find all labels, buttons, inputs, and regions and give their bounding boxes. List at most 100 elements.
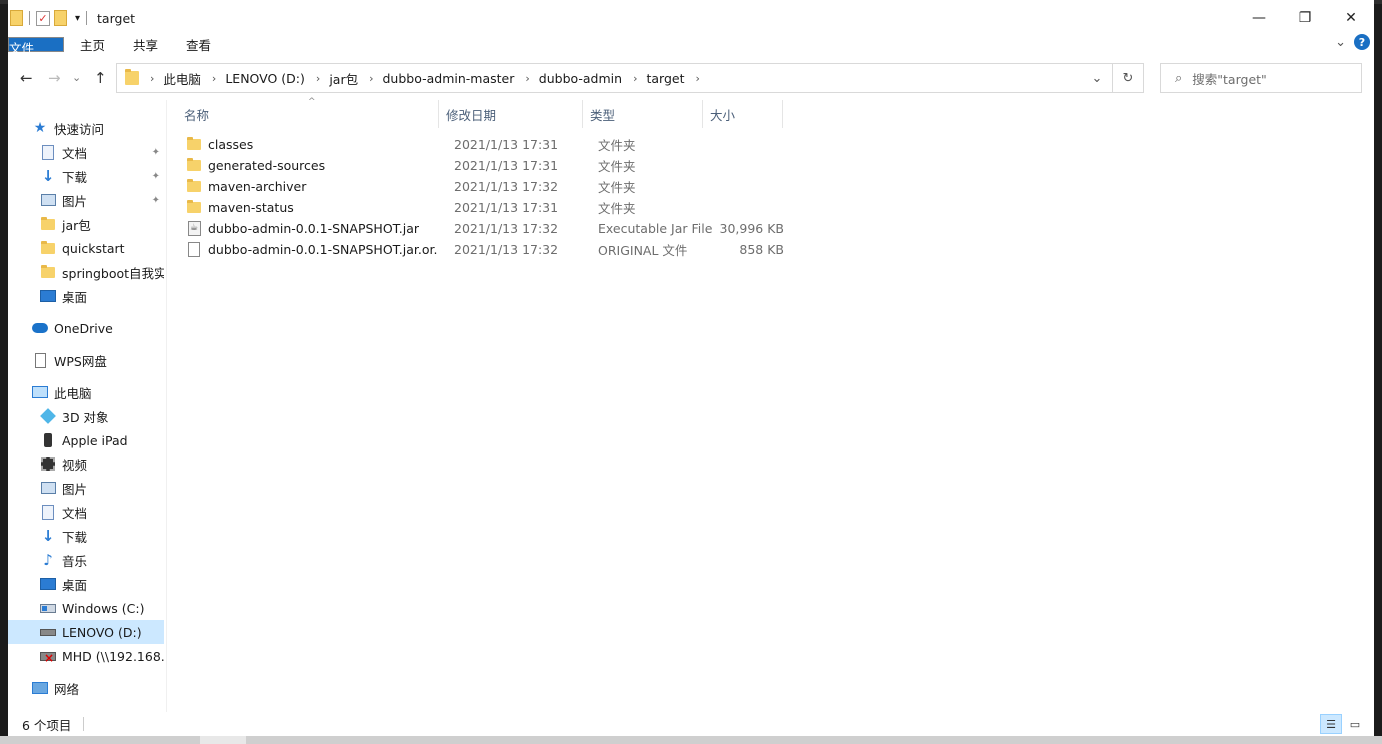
properties-icon[interactable]: ✓ [36,10,50,26]
column-header-type[interactable]: 类型 [584,100,702,128]
wps-icon [32,352,48,368]
nav-quick-desktop[interactable]: 桌面 [8,284,164,308]
breadcrumb-label: dubbo-admin-master [382,70,515,86]
divider [83,717,85,731]
file-name-cell: dubbo-admin-0.0.1-SNAPSHOT.jar.or... [186,242,438,257]
title-bar: ✓ ▾ target — ❐ ✕ [8,4,1374,32]
up-button[interactable]: ↑ [94,69,107,87]
close-button[interactable]: ✕ [1328,4,1374,32]
nav-quick-jar[interactable]: jar包 [8,212,164,236]
quick-access-toolbar: ✓ ▾ [10,10,89,26]
nav-quick-downloads[interactable]: ↓ 下载 ✦ [8,164,164,188]
file-row[interactable]: generated-sources 2021/1/13 17:31 文件夹 [186,155,786,176]
nav-label: Windows (C:) [62,600,145,616]
nav-quick-documents[interactable]: 文档 ✦ [8,140,164,164]
file-size: 30,996 KB [719,221,784,236]
column-separator[interactable] [438,100,439,128]
nav-network[interactable]: 网络 [8,676,164,700]
maximize-button[interactable]: ❐ [1282,4,1328,32]
search-input[interactable]: ⌕ 搜索"target" [1160,63,1362,93]
file-row[interactable]: classes 2021/1/13 17:31 文件夹 [186,134,786,155]
file-row[interactable]: maven-status 2021/1/13 17:31 文件夹 [186,197,786,218]
breadcrumb-this-pc[interactable]: › 此电脑 [139,69,201,88]
back-button[interactable]: ← [20,69,33,87]
nav-downloads[interactable]: ↓ 下载 [8,524,164,548]
minimize-button[interactable]: — [1236,4,1282,32]
file-type: 文件夹 [598,159,636,174]
recent-locations-button[interactable]: ⌄ [72,71,81,84]
address-dropdown-button[interactable]: ⌄ [1082,64,1112,92]
breadcrumb-label: LENOVO (D:) [225,70,305,86]
breadcrumb-target[interactable]: › target › [622,71,709,86]
address-bar[interactable]: › 此电脑 › LENOVO (D:) › jar包 › dubbo-admin-mas… [116,63,1144,93]
nav-label: 桌面 [62,289,88,305]
this-pc-icon [32,384,48,400]
pane-divider[interactable] [166,100,167,712]
onedrive-icon [32,320,48,336]
nav-label: 文档 [62,145,88,161]
nav-label: LENOVO (D:) [62,624,142,640]
refresh-button[interactable]: ↻ [1113,64,1143,92]
forward-button[interactable]: → [48,69,61,87]
breadcrumb-dubbo-admin[interactable]: › dubbo-admin [514,71,622,86]
windows-drive-icon [40,600,56,616]
nav-lenovo-d[interactable]: LENOVO (D:) [8,620,164,644]
column-separator[interactable] [582,100,583,128]
tab-home[interactable]: 主页 [66,32,119,56]
help-icon[interactable]: ? [1354,34,1370,50]
customize-toolbar-dropdown[interactable]: ▾ [75,13,80,24]
nav-3d-objects[interactable]: 3D 对象 [8,404,164,428]
nav-this-pc[interactable]: 此电脑 [8,380,164,404]
folder-icon[interactable] [10,10,23,26]
column-separator[interactable] [782,100,783,128]
tab-view[interactable]: 查看 [172,32,225,56]
column-header-size[interactable]: 大小 [704,100,782,128]
folder-icon [186,158,202,171]
nav-documents[interactable]: 文档 [8,500,164,524]
nav-apple-ipad[interactable]: Apple iPad [8,428,164,452]
nav-quick-springboot[interactable]: springboot自我实 [8,260,164,284]
nav-windows-c[interactable]: Windows (C:) [8,596,164,620]
file-row[interactable]: ☕ dubbo-admin-0.0.1-SNAPSHOT.jar 2021/1/1… [186,218,786,239]
file-type: 文件夹 [598,180,636,195]
nav-music[interactable]: ♪ 音乐 [8,548,164,572]
file-date: 2021/1/13 17:32 [454,242,559,257]
jar-file-icon: ☕ [186,221,202,236]
folder-icon [40,216,56,232]
new-folder-icon[interactable] [54,10,67,26]
breadcrumb-jar[interactable]: › jar包 [305,69,358,88]
file-explorer-window: ✓ ▾ target — ❐ ✕ 文件 主页 共享 查看 ⌄ ? ← → ⌄ ↑… [8,0,1374,736]
pin-icon[interactable]: ✦ [152,195,160,206]
nav-label: 快速访问 [54,121,105,137]
item-count: 6 个项目 [22,717,72,733]
3d-objects-icon [40,408,56,424]
column-separator[interactable] [702,100,703,128]
folder-icon [186,137,202,150]
view-buttons: ☰ ▭ [1320,714,1366,734]
nav-quick-pictures[interactable]: 图片 ✦ [8,188,164,212]
nav-wps[interactable]: WPS网盘 [8,348,164,372]
large-icons-view-button[interactable]: ▭ [1344,714,1366,734]
expand-ribbon-icon[interactable]: ⌄ [1335,35,1346,50]
nav-mhd-network-drive[interactable]: MHD (\\192.168.1 [8,644,164,668]
file-row[interactable]: maven-archiver 2021/1/13 17:32 文件夹 [186,176,786,197]
nav-pictures[interactable]: 图片 [8,476,164,500]
tab-share[interactable]: 共享 [119,32,172,56]
file-name: classes [208,137,254,152]
breadcrumb-dubbo-admin-master[interactable]: › dubbo-admin-master [358,71,514,86]
pin-icon[interactable]: ✦ [152,147,160,158]
column-header-name[interactable]: 名称 [178,100,436,128]
nav-onedrive[interactable]: OneDrive [8,316,164,340]
folder-icon [186,179,202,192]
column-header-date[interactable]: 修改日期 [440,100,582,128]
nav-quick-access[interactable]: ★ 快速访问 [8,116,164,140]
details-view-button[interactable]: ☰ [1320,714,1342,734]
nav-desktop[interactable]: 桌面 [8,572,164,596]
tab-file[interactable]: 文件 [8,36,64,56]
breadcrumb-label: target [646,70,685,86]
file-row[interactable]: dubbo-admin-0.0.1-SNAPSHOT.jar.or... 202… [186,239,786,260]
nav-videos[interactable]: 视频 [8,452,164,476]
nav-quick-quickstart[interactable]: quickstart [8,236,164,260]
pin-icon[interactable]: ✦ [152,171,160,182]
breadcrumb-drive[interactable]: › LENOVO (D:) [201,71,305,86]
